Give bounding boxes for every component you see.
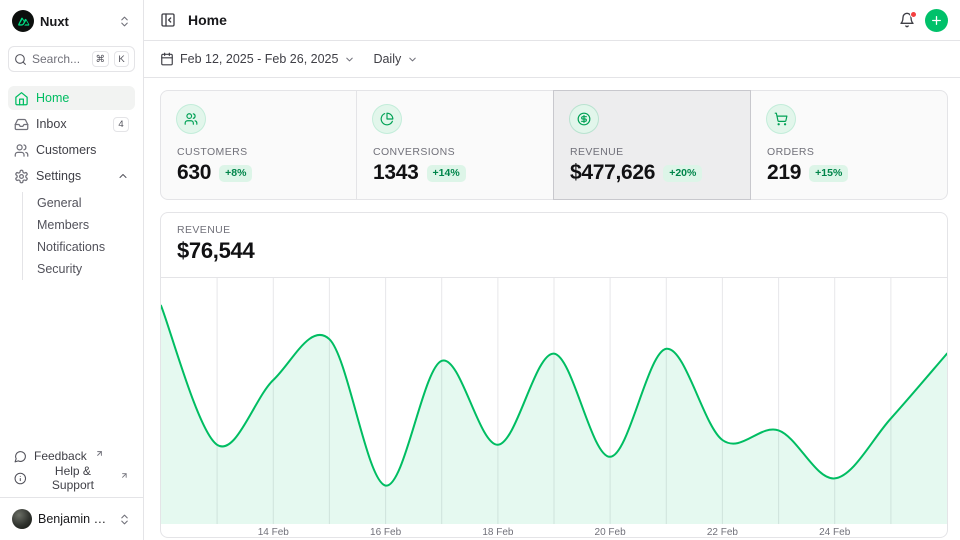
footer-link-help-support[interactable]: Help & Support [8,467,135,489]
sidebar-item-settings[interactable]: Settings [8,164,135,188]
period-select[interactable]: Daily [373,52,418,66]
workspace-name: Nuxt [40,14,69,29]
stat-label: CUSTOMERS [177,146,340,158]
avatar [12,509,32,529]
revenue-area-chart: 14 Feb16 Feb18 Feb20 Feb22 Feb24 Feb [161,278,947,524]
stat-delta-badge: +14% [427,165,466,182]
panel-left-close-icon [160,12,176,28]
chevron-up-icon [117,170,129,182]
sidebar-subitem-security[interactable]: Security [23,258,135,280]
x-tick-label: 18 Feb [482,527,513,538]
footer-link-label: Help & Support [34,464,113,492]
stat-icon-circle [373,105,401,133]
x-tick-label: 22 Feb [707,527,738,538]
inbox-count-badge: 4 [113,117,129,132]
stat-value: 219 [767,161,801,185]
app-window: Nuxt ⌘ K Home Inbox 4 Customers Settings Gene… [0,0,960,540]
filters-toolbar: Feb 12, 2025 - Feb 26, 2025 Daily [144,41,960,78]
x-tick-label: 20 Feb [595,527,626,538]
x-tick-label: 24 Feb [819,527,850,538]
dashboard-content: CUSTOMERS 630 +8% CONVERSIONS 1343 +14% REVENU… [144,78,960,538]
kbd-k: K [114,51,129,67]
page-header: Home [144,0,960,41]
gear-icon [14,169,29,184]
sidebar-item-label: Customers [36,143,96,157]
search-box[interactable]: ⌘ K [8,46,135,72]
sidebar-item-home[interactable]: Home [8,86,135,110]
chevrons-up-down-icon [118,15,131,28]
sidebar-collapse-button[interactable] [158,10,178,30]
chart-value: $76,544 [177,238,931,264]
stat-value: 630 [177,161,211,185]
info-icon [14,472,27,485]
sidebar-subitem-general[interactable]: General [23,192,135,214]
stat-label: ORDERS [767,146,931,158]
calendar-icon [160,52,174,66]
inbox-icon [14,117,29,132]
sidebar-item-inbox[interactable]: Inbox 4 [8,112,135,136]
sidebar-item-label: Settings [36,169,81,183]
stat-label: REVENUE [570,146,734,158]
stat-card-customers[interactable]: CUSTOMERS 630 +8% [160,90,357,200]
search-icon [14,53,27,66]
x-axis-labels: 14 Feb 16 Feb 18 Feb 20 Feb 22 Feb 24 Feb [161,524,947,538]
chevron-down-icon [407,54,418,65]
workspace-selector[interactable]: Nuxt [8,8,135,34]
chevron-down-icon [344,54,355,65]
chart-header: REVENUE $76,544 [161,213,947,278]
revenue-chart-card: REVENUE $76,544 14 Feb 16 Feb 18 Feb 20 Feb… [160,212,948,538]
users-icon [184,112,198,126]
stat-delta-badge: +8% [219,165,252,182]
search-input[interactable] [32,52,87,66]
arrow-up-right-icon [95,449,104,458]
sidebar: Nuxt ⌘ K Home Inbox 4 Customers Settings Gene… [0,0,144,540]
stat-delta-badge: +15% [809,165,848,182]
chart-label: REVENUE [177,224,931,236]
footer-link-label: Feedback [34,449,87,463]
period-label: Daily [373,52,401,66]
date-range-picker[interactable]: Feb 12, 2025 - Feb 26, 2025 [160,52,355,66]
stat-icon-circle [570,105,598,133]
kbd-command: ⌘ [92,51,110,67]
user-name: Benjamin Canac [38,512,112,526]
x-tick-label: 16 Feb [370,527,401,538]
dollar-icon [577,112,591,126]
sidebar-item-label: Home [36,91,69,105]
stat-card-conversions[interactable]: CONVERSIONS 1343 +14% [356,90,554,200]
cart-icon [774,112,788,126]
stat-delta-badge: +20% [663,165,702,182]
x-tick-label: 14 Feb [258,527,289,538]
pie-chart-icon [380,112,394,126]
date-range-label: Feb 12, 2025 - Feb 26, 2025 [180,52,338,66]
stat-card-revenue[interactable]: REVENUE $477,626 +20% [553,90,751,200]
arrow-up-right-icon [120,471,129,480]
user-menu[interactable]: Benjamin Canac [8,506,135,532]
settings-subnav: GeneralMembersNotificationsSecurity [22,192,135,280]
stats-row: CUSTOMERS 630 +8% CONVERSIONS 1343 +14% REVENU… [160,90,948,200]
sidebar-nav: Home Inbox 4 Customers Settings GeneralMember… [8,86,135,282]
notifications-button[interactable] [897,10,917,30]
sidebar-divider [0,497,143,498]
stat-icon-circle [767,105,795,133]
sidebar-footer: FeedbackHelp & Support Benjamin Canac [8,445,135,532]
sidebar-item-customers[interactable]: Customers [8,138,135,162]
sidebar-subitem-notifications[interactable]: Notifications [23,236,135,258]
stat-label: CONVERSIONS [373,146,537,158]
stat-value: $477,626 [570,161,655,185]
add-button[interactable] [925,9,948,32]
notification-dot [910,11,917,18]
main-panel: Home Feb 12, 2025 - Feb 26, 2025 Daily [144,0,960,540]
page-title: Home [188,12,227,28]
stat-icon-circle [177,105,205,133]
plus-icon [930,14,943,27]
home-icon [14,91,29,106]
nuxt-logo-icon [12,10,34,32]
stat-card-orders[interactable]: ORDERS 219 +15% [750,90,948,200]
sidebar-item-label: Inbox [36,117,67,131]
users-icon [14,143,29,158]
sidebar-subitem-members[interactable]: Members [23,214,135,236]
stat-value: 1343 [373,161,419,185]
message-icon [14,450,27,463]
chevrons-up-down-icon [118,513,131,526]
